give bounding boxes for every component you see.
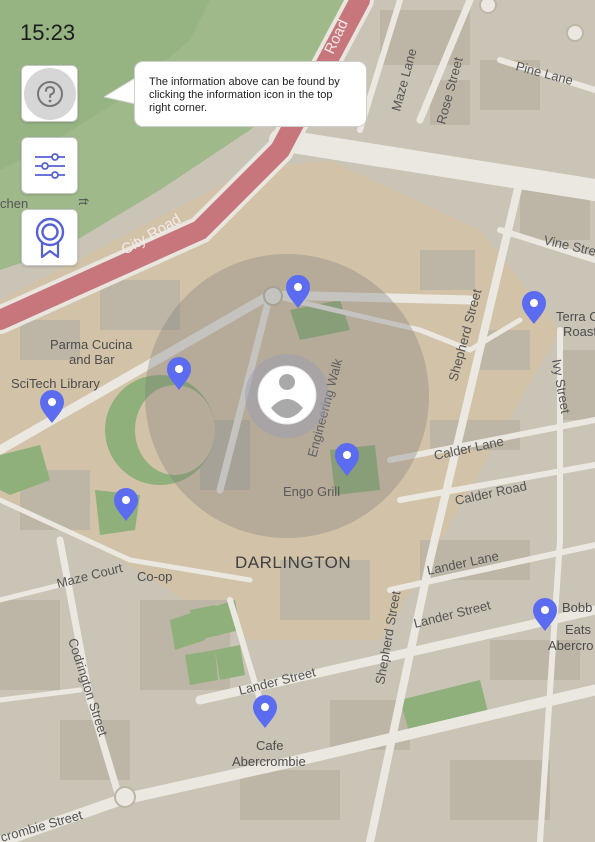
- award-ribbon-icon: [35, 217, 64, 258]
- info-tooltip: The information above can be found by cl…: [134, 61, 367, 127]
- help-button[interactable]: [21, 65, 78, 122]
- district-label: DARLINGTON: [235, 553, 351, 572]
- current-location[interactable]: [145, 254, 429, 538]
- question-circle-icon: [36, 80, 63, 107]
- help-circle: [23, 67, 76, 120]
- label-ft-fragment: ft: [76, 198, 91, 206]
- poi-cafe-line2: Abercrombie: [232, 754, 306, 769]
- achievements-button[interactable]: [21, 209, 78, 266]
- poi-bobby-line3: Abercro: [548, 638, 594, 653]
- status-time: 15:23: [20, 20, 76, 45]
- user-avatar-icon[interactable]: [257, 365, 317, 425]
- poi-parma-line1: Parma Cucina: [50, 337, 133, 352]
- sliders-icon: [34, 152, 65, 179]
- poi-scitech: SciTech Library: [11, 376, 100, 391]
- filter-button[interactable]: [21, 137, 78, 194]
- tooltip-text: The information above can be found by cl…: [149, 76, 340, 114]
- roundabout-top-right: [566, 24, 584, 42]
- poi-bobby-line2: Eats: [565, 622, 592, 637]
- roundabout-top: [479, 0, 497, 14]
- poi-terra-line2: Roast: [563, 324, 595, 339]
- poi-bobby-line1: Bobb: [562, 600, 592, 615]
- poi-terra-line1: Terra C: [556, 309, 595, 324]
- poi-parma-line2: and Bar: [69, 352, 115, 367]
- roundabout-south: [114, 786, 136, 808]
- poi-coop: Co-op: [137, 569, 172, 584]
- poi-cafe-line1: Cafe: [256, 738, 283, 753]
- tooltip-tail: [104, 77, 138, 107]
